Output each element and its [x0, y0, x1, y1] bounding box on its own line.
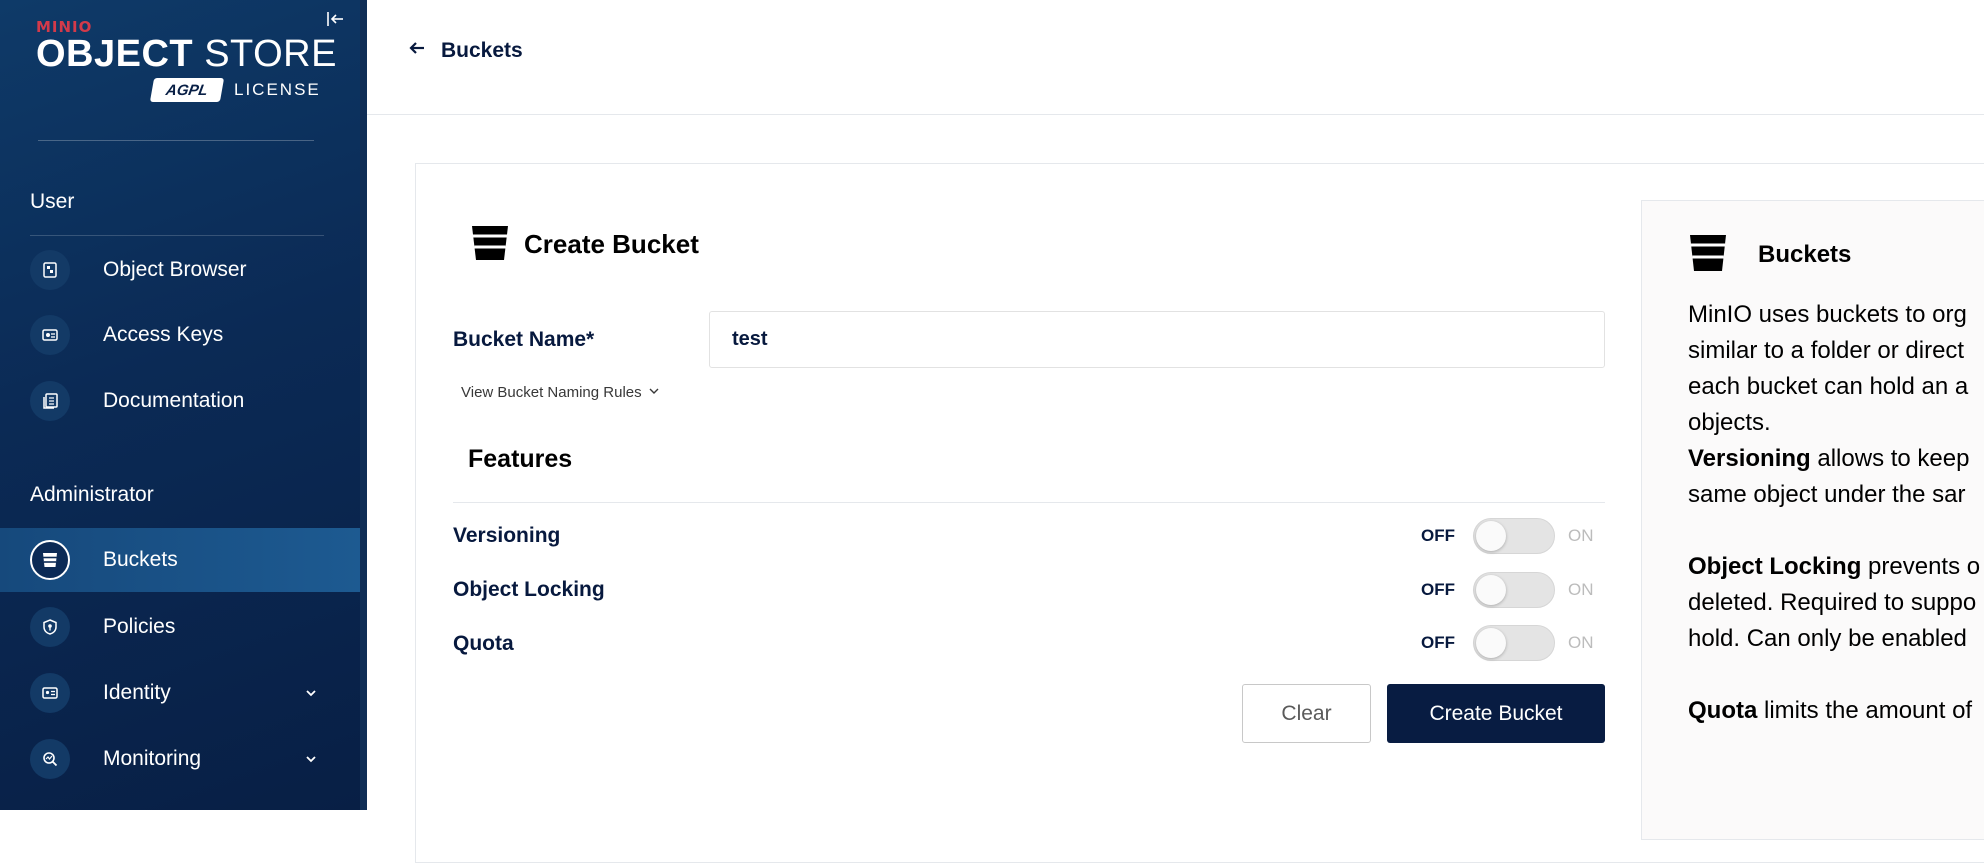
section-title-administrator: Administrator	[30, 483, 154, 506]
switch-on-label: ON	[1568, 526, 1594, 545]
help-header: Buckets	[1688, 231, 1851, 278]
license-text: LICENSE	[234, 80, 321, 99]
back-to-buckets-link[interactable]: Buckets	[407, 38, 523, 63]
agpl-badge: AGPL	[149, 78, 225, 102]
back-link-label: Buckets	[441, 38, 523, 62]
bucket-icon	[30, 540, 70, 580]
sidebar-item-label: Buckets	[103, 548, 178, 571]
switch-on-label: ON	[1568, 633, 1594, 652]
license-row: AGPL LICENSE	[149, 78, 321, 102]
toggle-knob	[1476, 575, 1506, 605]
chevron-down-icon[interactable]	[300, 682, 322, 704]
bucket-name-input[interactable]	[709, 311, 1605, 368]
sidebar-item-buckets[interactable]: Buckets	[0, 528, 360, 592]
section-title-user: User	[30, 190, 75, 213]
quota-switch-row: OFF ON	[1400, 625, 1594, 661]
versioning-switch-row: OFF ON	[1400, 518, 1594, 554]
switch-off-label: OFF	[1421, 526, 1455, 545]
monitoring-icon	[30, 739, 70, 779]
shield-icon	[30, 607, 70, 647]
form-header: Create Bucket	[470, 222, 699, 267]
chevron-down-icon	[648, 384, 660, 401]
help-panel: Buckets MinIO uses buckets to org simila…	[1641, 200, 1984, 840]
chevron-down-icon[interactable]	[300, 748, 322, 770]
arrow-left-icon	[407, 38, 427, 63]
sidebar-item-label: Documentation	[103, 389, 245, 412]
page-header: Buckets	[367, 0, 1984, 115]
sidebar-item-label: Access Keys	[103, 323, 224, 346]
versioning-label: Versioning	[453, 524, 561, 547]
section-divider	[30, 235, 324, 236]
help-object-locking: Object Locking prevents o deleted. Requi…	[1688, 553, 1981, 652]
switch-off-label: OFF	[1421, 633, 1455, 652]
logo-title: OBJECT STORE	[36, 33, 337, 75]
documentation-icon	[30, 381, 70, 421]
help-title: Buckets	[1758, 240, 1852, 268]
features-divider	[453, 502, 1605, 503]
logo-divider	[38, 140, 314, 141]
sidebar-item-documentation[interactable]: Documentation	[0, 369, 360, 433]
help-intro: MinIO uses buckets to org similar to a f…	[1688, 301, 1969, 436]
sidebar-item-object-browser[interactable]: Object Browser	[0, 238, 360, 302]
view-naming-rules-link[interactable]: View Bucket Naming Rules	[461, 384, 660, 401]
quota-label: Quota	[453, 632, 514, 655]
minio-logo: MINIO OBJECT STORE AGPL LICENSE	[36, 18, 337, 108]
object-locking-toggle[interactable]	[1473, 572, 1555, 608]
create-bucket-button[interactable]: Create Bucket	[1387, 684, 1605, 743]
features-heading: Features	[468, 445, 573, 473]
switch-off-label: OFF	[1421, 580, 1455, 599]
sidebar-item-label: Identity	[103, 681, 171, 704]
bucket-icon	[1688, 231, 1728, 278]
sidebar-item-access-keys[interactable]: Access Keys	[0, 303, 360, 367]
bucket-icon	[470, 222, 510, 267]
naming-rules-label: View Bucket Naming Rules	[461, 384, 642, 401]
object-locking-label: Object Locking	[453, 578, 605, 601]
sidebar-item-label: Monitoring	[103, 747, 202, 770]
quota-toggle[interactable]	[1473, 625, 1555, 661]
sidebar-item-label: Object Browser	[103, 258, 247, 281]
sidebar-item-policies[interactable]: Policies	[0, 595, 360, 659]
page-title: Create Bucket	[524, 229, 699, 259]
bucket-name-label: Bucket Name*	[453, 328, 595, 351]
versioning-toggle[interactable]	[1473, 518, 1555, 554]
sidebar-item-monitoring[interactable]: Monitoring	[0, 727, 360, 791]
identity-icon	[30, 673, 70, 713]
help-versioning: Versioning allows to keep same object un…	[1688, 445, 1970, 508]
object-browser-icon	[30, 250, 70, 290]
help-quota: Quota limits the amount of	[1688, 697, 1973, 724]
object-locking-switch-row: OFF ON	[1400, 572, 1594, 608]
access-keys-icon	[30, 315, 70, 355]
sidebar: MINIO OBJECT STORE AGPL LICENSE User Obj…	[0, 0, 360, 810]
sidebar-item-identity[interactable]: Identity	[0, 661, 360, 725]
sidebar-item-label: Policies	[103, 615, 176, 638]
toggle-knob	[1476, 628, 1506, 658]
switch-on-label: ON	[1568, 580, 1594, 599]
toggle-knob	[1476, 521, 1506, 551]
clear-button[interactable]: Clear	[1242, 684, 1371, 743]
sidebar-edge	[360, 0, 367, 810]
